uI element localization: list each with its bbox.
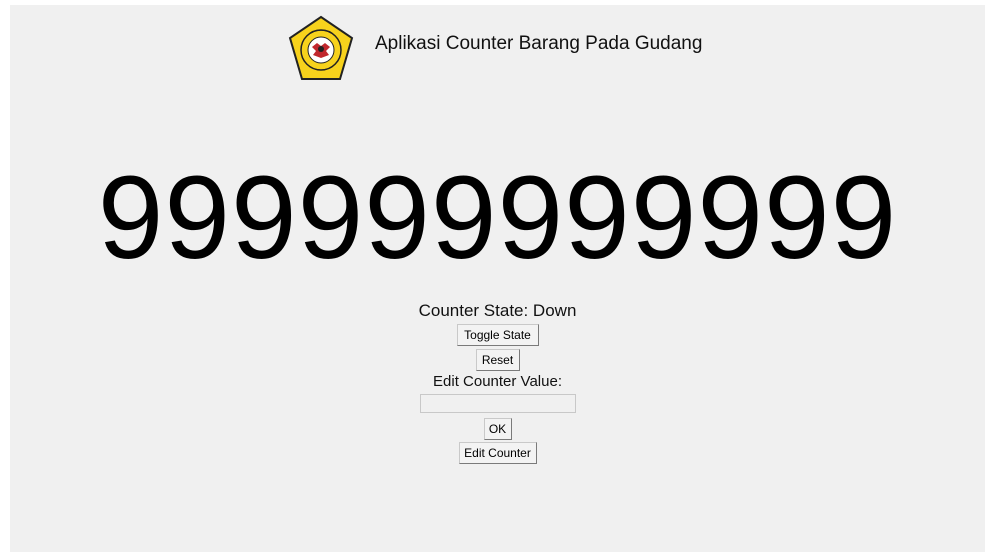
ok-button[interactable]: OK (483, 418, 512, 440)
controls-panel: Counter State: Down Toggle State Reset E… (10, 301, 985, 464)
edit-counter-label: Edit Counter Value: (433, 373, 562, 390)
toggle-state-button[interactable]: Toggle State (456, 324, 539, 346)
counter-display: 999999999999 (97, 152, 898, 284)
app-window: Aplikasi Counter Barang Pada Gudang 9999… (10, 5, 985, 552)
university-seal-icon (288, 15, 354, 80)
counter-state-label: Counter State: Down (418, 301, 577, 320)
app-title: Aplikasi Counter Barang Pada Gudang (375, 33, 703, 54)
header: Aplikasi Counter Barang Pada Gudang (285, 14, 702, 86)
edit-counter-input[interactable] (419, 394, 576, 413)
edit-counter-button[interactable]: Edit Counter (458, 442, 537, 464)
reset-button[interactable]: Reset (475, 349, 520, 371)
